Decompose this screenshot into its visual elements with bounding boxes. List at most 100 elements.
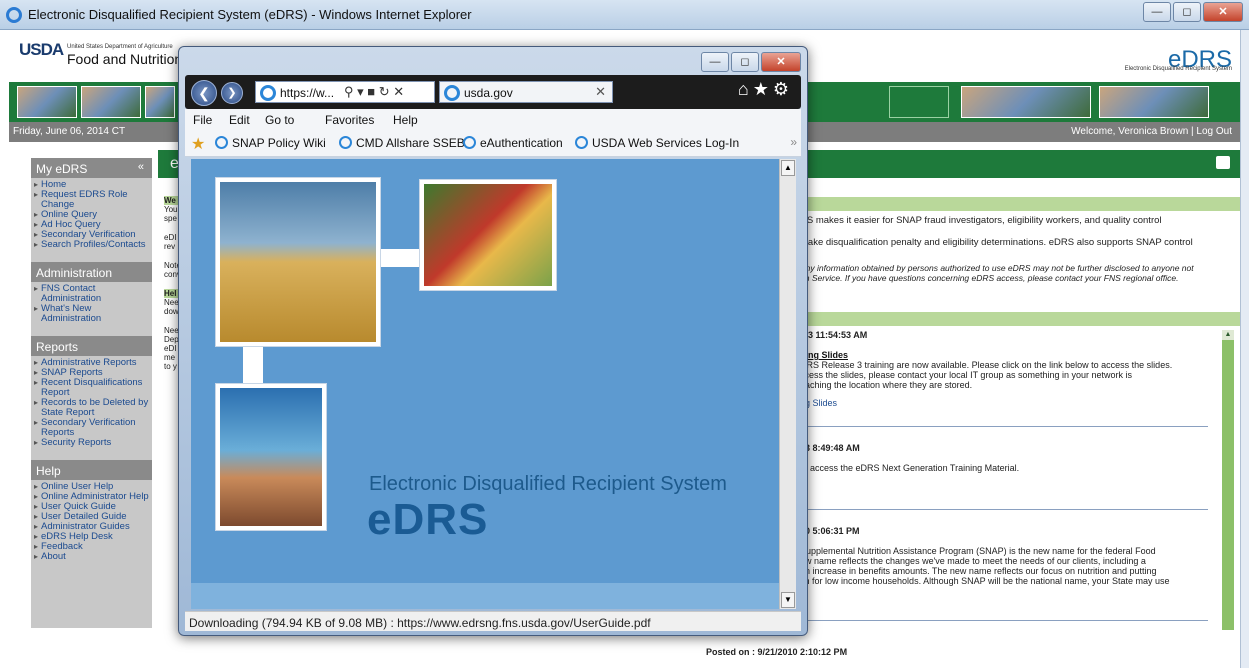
posted-date: Posted on : 9/21/2010 2:10:12 PM	[706, 647, 848, 657]
ie-page-icon	[575, 136, 588, 149]
news-divider	[800, 426, 1208, 427]
sidebar-section-title: Reports	[36, 340, 79, 354]
scroll-up-icon[interactable]: ▲	[1222, 330, 1234, 340]
sidebar-item[interactable]: FNS Contact Administration	[34, 284, 149, 304]
close-button[interactable]: ✕	[1203, 2, 1243, 22]
news-time: 13 8:49:48 AM	[800, 443, 860, 453]
news-link[interactable]: ng Slides	[800, 398, 1208, 408]
news-item: 10 5:06:31 PM Supplemental Nutrition Ass…	[800, 526, 1208, 586]
kids-basketball-photo	[215, 383, 327, 531]
collapse-icon[interactable]: «	[138, 161, 144, 173]
back-arrow-icon[interactable]: ❮	[191, 80, 217, 106]
news-link[interactable]: g	[800, 473, 1208, 483]
news-title[interactable]: ning Slides	[800, 350, 1208, 360]
news-body-line: eaching the location where they are stor…	[800, 380, 973, 390]
intro-text: RS makes it easier for SNAP fraud invest…	[800, 214, 1240, 292]
header-photo	[1099, 86, 1209, 118]
content-footer-band	[191, 583, 779, 609]
print-icon[interactable]	[1216, 156, 1230, 169]
ie-page-icon	[215, 136, 228, 149]
ie-page-icon	[339, 136, 352, 149]
news-body-line: to access the eDRS Next Generation Train…	[800, 463, 1020, 473]
sidebar-item[interactable]: Request EDRS Role Change	[34, 190, 149, 210]
header-photo	[81, 86, 141, 118]
favorites-star-icon[interactable]: ★	[191, 134, 205, 154]
scroll-up-icon[interactable]: ▲	[781, 160, 795, 176]
favorites-link[interactable]: USDA Web Services Log-In	[575, 136, 739, 150]
maximize-button[interactable]: ◻	[1173, 2, 1201, 22]
favorites-link[interactable]: eAuthentication	[463, 136, 563, 150]
address-text[interactable]: https://w...	[280, 86, 334, 100]
tab-favicon-icon	[444, 85, 460, 101]
welcome-logout-link[interactable]: Welcome, Veronica Brown | Log Out	[1071, 126, 1232, 137]
intro-note: on Service. If you have questions concer…	[800, 273, 1179, 283]
welcome-section-bar	[795, 197, 1240, 211]
menu-item[interactable]: Help	[393, 113, 418, 127]
department-name: United States Department of Agriculture	[67, 44, 173, 50]
maximize-button[interactable]: ◻	[731, 52, 759, 72]
sidebar-item[interactable]: Secondary Verification Reports	[34, 418, 149, 438]
ie-page-icon	[260, 85, 276, 101]
favorites-link[interactable]: CMD Allshare SSEB	[339, 136, 465, 150]
outer-title-bar: Electronic Disqualified Recipient System…	[0, 0, 1249, 30]
sidebar-list: HomeRequest EDRS Role ChangeOnline Query…	[31, 178, 152, 256]
sidebar-list: Administrative ReportsSNAP ReportsRecent…	[31, 356, 152, 454]
news-divider	[800, 509, 1208, 510]
scroll-down-icon[interactable]: ▼	[781, 592, 795, 608]
favorites-link-label: SNAP Policy Wiki	[232, 136, 326, 150]
news-list: )13 11:54:53 AM ning Slides DRS Release …	[800, 330, 1208, 637]
menu-bar: File Edit Go to Favorites Help	[185, 109, 801, 131]
sidebar-item[interactable]: Records to be Deleted by State Report	[34, 398, 149, 418]
address-bar[interactable]: https://w... ⚲ ▾ ■ ↻ ✕	[255, 81, 435, 103]
navigation-bar: ❮ ❯ https://w... ⚲ ▾ ■ ↻ ✕ usda.gov ✕ ⌂★…	[185, 75, 801, 109]
news-body-line: ccess the slides, please contact your lo…	[800, 370, 1132, 380]
browser-tab[interactable]: usda.gov ✕	[439, 81, 613, 103]
news-body-line: an increase in benefits amounts. The new…	[800, 566, 1157, 576]
page-content: Electronic Disqualified Recipient System…	[191, 159, 779, 609]
sidebar-item[interactable]: Recent Disqualifications Report	[34, 378, 149, 398]
menu-item[interactable]: Edit	[229, 113, 250, 127]
ie-logo-icon	[6, 7, 22, 23]
minimize-button[interactable]: —	[1143, 2, 1171, 22]
header-photo	[145, 86, 175, 118]
sidebar-item[interactable]: Search Profiles/Contacts	[34, 240, 149, 251]
close-button[interactable]: ✕	[761, 52, 801, 72]
produce-market-photo	[419, 179, 557, 291]
outer-scrollbar[interactable]	[1240, 30, 1249, 668]
header-photo	[961, 86, 1091, 118]
menu-item[interactable]: File	[193, 113, 212, 127]
news-time: 10 5:06:31 PM	[800, 526, 860, 536]
sidebar-item[interactable]: About	[34, 552, 149, 563]
address-actions-icon[interactable]: ⚲ ▾ ■ ↻ ✕	[344, 84, 404, 100]
vertical-scrollbar[interactable]: ▲ ▼	[779, 159, 796, 609]
intro-paragraph: RS makes it easier for SNAP fraud invest…	[800, 215, 1162, 226]
minimize-button[interactable]: —	[701, 52, 729, 72]
sidebar-list: Online User HelpOnline Administrator Hel…	[31, 480, 152, 568]
brand-title: Electronic Disqualified Recipient System	[369, 473, 727, 495]
sidebar-item[interactable]: What's New Administration	[34, 304, 149, 324]
chevron-right-icon[interactable]: »	[790, 135, 797, 149]
news-section-bar	[795, 312, 1240, 326]
header-sketch	[889, 86, 949, 118]
menu-item[interactable]: Favorites	[325, 113, 374, 127]
home-favorites-tools-icons[interactable]: ⌂★⚙	[738, 79, 793, 100]
forward-arrow-icon[interactable]: ❯	[221, 82, 243, 104]
sidebar-section-title: Administration	[36, 266, 113, 280]
news-body-line: ch for low income households. Although S…	[800, 576, 1170, 586]
sidebar-section-title: My eDRS	[36, 162, 88, 176]
menu-item[interactable]: Go to	[265, 113, 294, 127]
sidebar-item[interactable]: Security Reports	[34, 438, 149, 449]
tab-label[interactable]: usda.gov	[464, 86, 513, 100]
news-scrollbar[interactable]: ▲	[1222, 330, 1234, 630]
sidebar-section-title: Help	[36, 464, 61, 478]
news-item: )13 11:54:53 AM ning Slides DRS Release …	[800, 330, 1208, 408]
tab-close-icon[interactable]: ✕	[595, 84, 606, 100]
news-body-line: Supplemental Nutrition Assistance Progra…	[800, 546, 1156, 556]
usda-logo[interactable]: USDA	[19, 40, 64, 60]
header-photo	[17, 86, 77, 118]
favorites-link[interactable]: SNAP Policy Wiki	[215, 136, 326, 150]
intro-paragraph: make disqualification penalty and eligib…	[800, 237, 1193, 248]
status-bar: Downloading (794.94 KB of 9.08 MB) : htt…	[185, 611, 801, 631]
current-date: Friday, June 06, 2014 CT	[13, 126, 126, 137]
sidebar-section-header: Reports	[31, 336, 152, 356]
